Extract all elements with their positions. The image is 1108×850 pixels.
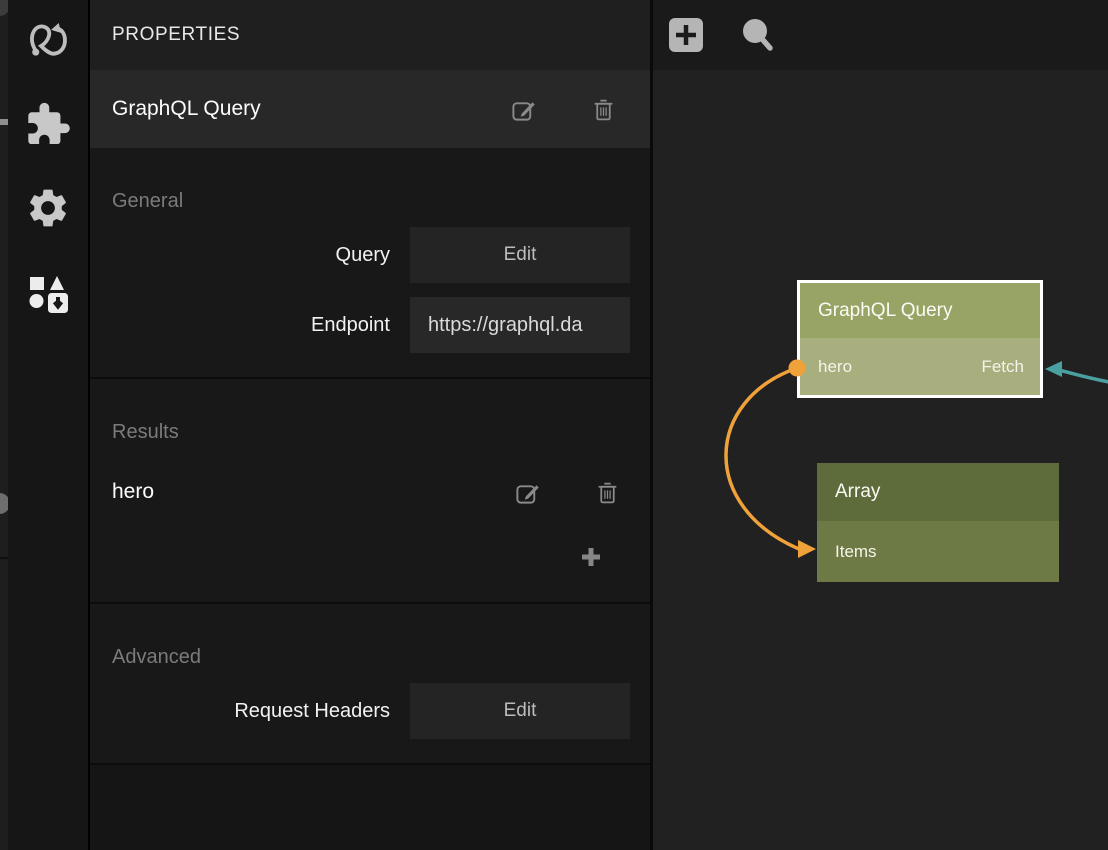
sidebar-item-settings[interactable]: [22, 182, 74, 234]
endpoint-row: Endpoint: [90, 297, 650, 353]
sidebar-item-nodes[interactable]: [22, 10, 74, 62]
wire-arrowhead-items: [798, 540, 816, 558]
port-hero[interactable]: hero: [818, 357, 852, 377]
query-label: Query: [90, 244, 410, 267]
strip-corner-blob: [0, 0, 8, 16]
node-title[interactable]: Array: [817, 463, 1059, 521]
query-row: Query Edit: [90, 227, 650, 283]
strip-divider: [0, 557, 8, 559]
node-canvas[interactable]: GraphQL Query hero Fetch Array Items: [650, 0, 1108, 850]
node-title[interactable]: GraphQL Query: [800, 283, 1040, 338]
port-items[interactable]: Items: [835, 542, 877, 562]
sidebar-item-components[interactable]: [22, 268, 74, 320]
selected-node-title: GraphQL Query: [112, 97, 506, 121]
query-edit-button[interactable]: Edit: [410, 227, 630, 283]
icon-sidebar: [8, 0, 90, 850]
properties-body: General Query Edit Endpoint Results: [90, 148, 650, 850]
request-headers-edit-button[interactable]: Edit: [410, 683, 630, 739]
result-item-name: hero: [112, 480, 510, 504]
canvas-toolbar: [653, 0, 1108, 70]
rename-node-button[interactable]: [506, 92, 540, 126]
result-edit-button[interactable]: [510, 475, 544, 509]
request-headers-label: Request Headers: [90, 700, 410, 723]
endpoint-label: Endpoint: [90, 314, 410, 337]
section-general: General Query Edit Endpoint: [90, 148, 650, 377]
node-port-row: hero Fetch: [800, 338, 1040, 395]
panel-footer: [90, 763, 650, 850]
add-node-icon[interactable]: [667, 16, 705, 54]
settings-gear-icon: [25, 185, 71, 231]
sidebar-item-plugins[interactable]: [22, 96, 74, 148]
canvas-node-graphql-query[interactable]: GraphQL Query hero Fetch: [797, 280, 1043, 398]
properties-title: PROPERTIES: [90, 0, 650, 70]
properties-panel: PROPERTIES GraphQL Query General: [90, 0, 650, 850]
wire-hero-to-items: [726, 368, 799, 549]
strip-scroll-thumb[interactable]: [0, 119, 8, 125]
wire-to-fetch: [1057, 370, 1108, 383]
section-advanced: Advanced Request Headers Edit: [90, 602, 650, 763]
port-fetch[interactable]: Fetch: [981, 357, 1024, 377]
results-heading: Results: [112, 421, 650, 444]
plugins-puzzle-icon: [26, 100, 70, 144]
app-window: PROPERTIES GraphQL Query General: [0, 0, 1108, 850]
node-port-row: Items: [817, 521, 1059, 582]
advanced-heading: Advanced: [112, 646, 650, 669]
section-results: Results hero: [90, 377, 650, 602]
canvas-node-array[interactable]: Array Items: [817, 463, 1059, 582]
noodl-logo-icon: [25, 13, 71, 59]
wire-arrowhead-fetch: [1045, 361, 1062, 377]
connection-wires: [653, 0, 1108, 850]
add-result-button[interactable]: [574, 540, 608, 574]
result-delete-button[interactable]: [590, 475, 624, 509]
selected-node-header: GraphQL Query: [90, 70, 650, 148]
delete-node-button[interactable]: [586, 92, 620, 126]
components-shapes-icon: [25, 271, 71, 317]
result-item-row: hero: [90, 470, 650, 514]
request-headers-row: Request Headers Edit: [90, 683, 650, 739]
collapsed-panel-strip: [0, 0, 8, 850]
search-icon[interactable]: [738, 16, 776, 54]
endpoint-input[interactable]: [410, 297, 630, 353]
panel-drag-handle[interactable]: [0, 493, 8, 514]
general-heading: General: [112, 190, 650, 213]
